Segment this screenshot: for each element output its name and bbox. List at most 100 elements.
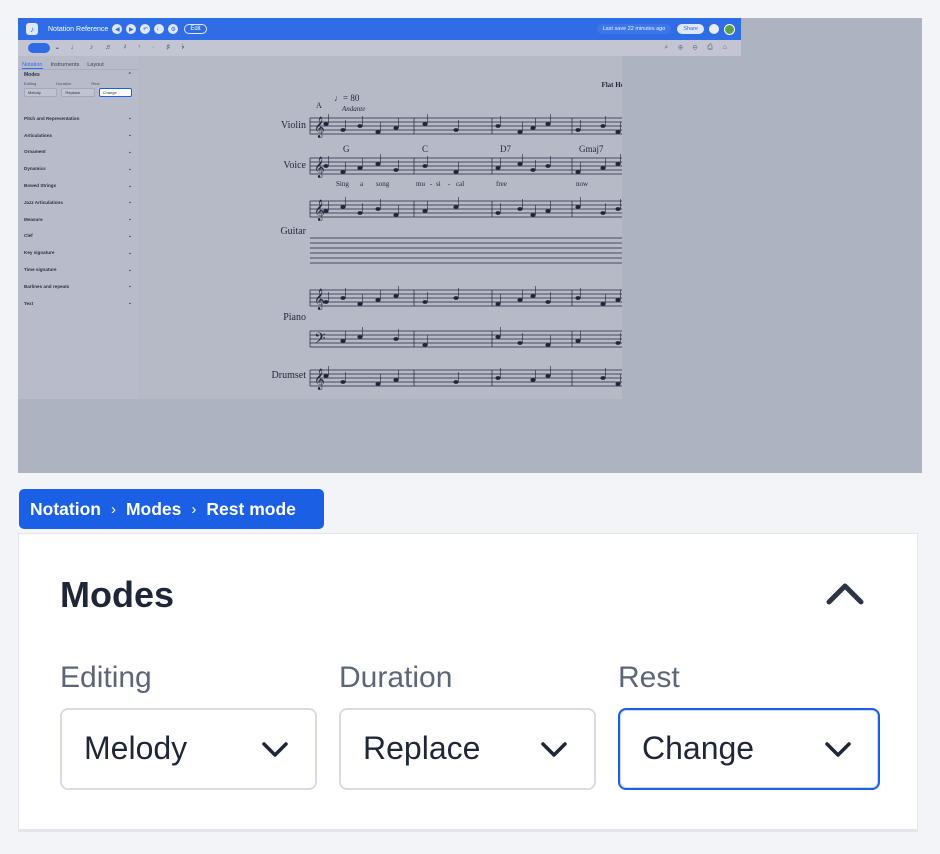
sidebar-section[interactable]: Dynamics ⌄ — [18, 160, 138, 177]
sidebar-section[interactable]: Articulations ⌄ — [18, 127, 138, 144]
sidebar-section-label: Articulations — [24, 132, 53, 138]
note-head — [600, 302, 606, 306]
note-head — [453, 128, 459, 132]
edit-button[interactable]: Edit — [184, 24, 207, 34]
sidebar-section[interactable]: Jazz Articulations ⌄ — [18, 194, 138, 211]
clef-icon: 𝄞 — [314, 369, 325, 390]
note-head — [600, 211, 606, 215]
chevron-down-icon: ⌄ — [128, 165, 132, 171]
note-head — [422, 122, 428, 126]
chevron-down-icon — [262, 742, 288, 757]
tempo-marking: ♩= 80 — [334, 93, 360, 103]
note-head — [530, 294, 536, 298]
lyric-syllable: a — [360, 180, 364, 188]
chevron-down-icon: ⌄ — [128, 266, 132, 272]
flat-logo-icon: ♪ — [26, 23, 38, 35]
score-page[interactable]: 𝄞 𝄞 𝄞 𝄞 𝄢 𝄞 Violin Voice Guitar Piano Drumset Flat … — [138, 56, 622, 399]
note-head — [340, 170, 346, 174]
play-icon[interactable]: ▶ — [126, 24, 137, 34]
tab-instruments[interactable]: Instruments — [51, 62, 80, 68]
sidebar-editing-select[interactable]: Melody — [24, 88, 58, 97]
note-head — [615, 341, 621, 345]
sidebar-duration-label: Duration — [56, 81, 72, 86]
sidebar-section[interactable]: Pitch and Representation ⌄ — [18, 110, 138, 127]
lyric-syllable: free — [496, 180, 507, 188]
note-head — [453, 380, 459, 384]
duration-glyphs[interactable]: 𝅝 ♩ ♪ ♬ 𝄽 𝄾 · ♯ ♭ — [56, 44, 189, 52]
note-head — [357, 335, 363, 339]
instrument-label: Drumset — [272, 370, 307, 381]
note-head — [530, 213, 536, 217]
breadcrumb-item-notation[interactable]: Notation — [30, 499, 101, 520]
note-head — [340, 339, 346, 343]
sidebar-rest-select[interactable]: Change — [98, 88, 132, 97]
sidebar-modes-title[interactable]: Modes — [24, 72, 40, 78]
score-svg: 𝄞 𝄞 𝄞 𝄞 𝄢 𝄞 Violin Voice Guitar Piano Drumset Flat … — [272, 81, 622, 390]
note-head — [340, 296, 346, 300]
sidebar-section[interactable]: Time signature ⌄ — [18, 261, 138, 278]
sidebar-section-label: Text — [24, 300, 34, 306]
sidebar-section-label: Time signature — [24, 267, 57, 273]
chevron-down-icon — [825, 742, 851, 757]
chevron-up-icon[interactable] — [825, 578, 865, 608]
sidebar-section[interactable]: Bowed Strings ⌄ — [18, 177, 138, 194]
note-head — [495, 211, 501, 215]
tab-layout[interactable]: Layout — [87, 62, 104, 68]
breadcrumb-separator: › — [110, 500, 116, 518]
note-head — [615, 382, 621, 386]
lyric-syllable: Sing — [336, 180, 349, 188]
sidebar-section[interactable]: Key signature ⌄ — [18, 244, 138, 261]
note-head — [495, 166, 501, 170]
note-input-toggle[interactable] — [28, 43, 50, 53]
sidebar-section[interactable]: Measure ⌄ — [18, 211, 138, 228]
help-icon[interactable] — [709, 24, 719, 34]
note-head — [575, 296, 581, 300]
note-head — [545, 374, 551, 378]
chevron-down-icon: ⌄ — [128, 232, 132, 238]
instrument-label: Voice — [283, 160, 306, 171]
breadcrumb: Notation › Modes › Rest mode — [19, 489, 324, 529]
user-avatar[interactable] — [724, 23, 735, 35]
notation-toolbar: 𝅝 ♩ ♪ ♬ 𝄽 𝄾 · ♯ ♭ ⌕ ⊕ ⊖ ⎙ ⌂ — [18, 40, 741, 56]
chevron-down-icon: ⌄ — [128, 199, 132, 205]
sidebar-duration-select[interactable]: Replace — [61, 88, 95, 97]
flat-editor-window: ♪ Notation Reference ◀ ▶ ↶ ♩ ⚙ Edit Last… — [18, 18, 741, 399]
rewind-icon[interactable]: ◀ — [112, 24, 123, 34]
note-head — [517, 298, 523, 302]
sidebar-section-label: Ornament — [24, 149, 46, 155]
settings-icon[interactable]: ⚙ — [168, 24, 179, 34]
metronome-icon[interactable]: ♩ — [154, 24, 165, 34]
undo-icon[interactable]: ↶ — [140, 24, 151, 34]
sidebar-section[interactable]: Barlines and repeats ⌄ — [18, 278, 138, 295]
sidebar-section[interactable]: Clef ⌄ — [18, 228, 138, 245]
clef-icon: 𝄢 — [314, 330, 326, 350]
breadcrumb-item-modes[interactable]: Modes — [126, 499, 181, 520]
note-head — [495, 124, 501, 128]
sidebar-section[interactable]: Text ⌄ — [18, 295, 138, 312]
editing-select[interactable]: Melody — [60, 708, 317, 790]
notation-sidebar: Notation Instruments Layout Modes ⌃ Editi… — [18, 56, 138, 399]
view-tools[interactable]: ⌕ ⊕ ⊖ ⎙ ⌂ — [664, 44, 731, 52]
clef-icon: 𝄞 — [314, 117, 325, 138]
chevron-up-icon[interactable]: ⌃ — [128, 72, 132, 78]
note-head — [422, 343, 428, 347]
duration-select[interactable]: Replace — [339, 708, 596, 790]
share-button[interactable]: Share — [677, 24, 704, 34]
sidebar-section-label: Jazz Articulations — [24, 199, 63, 205]
sidebar-section-label: Key signature — [24, 250, 55, 256]
note-head — [357, 302, 363, 306]
note-head — [422, 209, 428, 213]
chord-symbol: C — [422, 144, 428, 154]
sidebar-section[interactable]: Ornament ⌄ — [18, 144, 138, 161]
lyric-syllable: song — [376, 180, 390, 188]
note-head — [340, 380, 346, 384]
note-head — [357, 166, 363, 170]
note-head — [600, 376, 606, 380]
note-head — [575, 339, 581, 343]
rest-select[interactable]: Change — [618, 708, 880, 790]
note-head — [393, 337, 399, 341]
tab-notation[interactable]: Notation — [22, 62, 43, 69]
chevron-down-icon: ⌄ — [128, 300, 132, 306]
note-head — [517, 207, 523, 211]
chevron-down-icon: ⌄ — [128, 216, 132, 222]
